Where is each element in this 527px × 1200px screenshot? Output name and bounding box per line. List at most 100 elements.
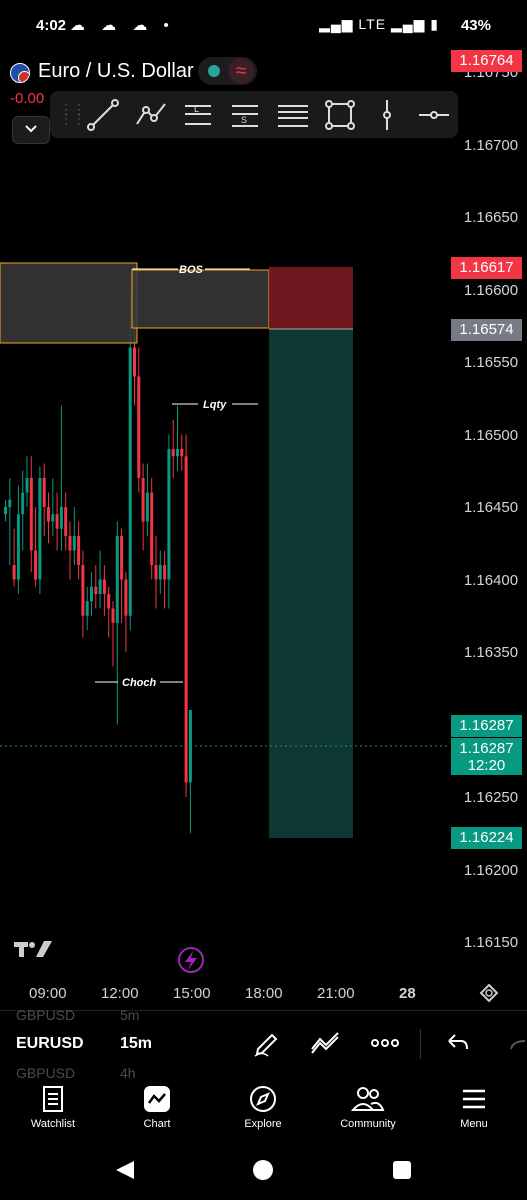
candle-body [12,565,16,580]
candle-body [81,565,85,616]
candle [8,478,12,565]
candle-body [68,536,72,551]
candle-body [171,449,175,457]
more-icon[interactable] [371,1037,399,1049]
candle [154,536,158,609]
nav-label: Menu [460,1118,488,1130]
system-navigation [0,1145,527,1200]
bar-countdown: 12:20 [467,757,506,774]
candle [124,572,128,652]
candle [4,499,7,522]
candle-body [34,550,38,580]
bos-label: BOS [179,264,204,276]
candle [55,492,59,551]
bos-zone-box[interactable] [131,269,270,329]
candle-body [98,579,102,594]
price-badge-target: 1.16224 [451,827,522,849]
supply-zone-box[interactable] [0,262,138,344]
candle-body [59,507,63,529]
candle [184,434,188,797]
candle [111,601,115,667]
price-badge-current: 1.16287 12:20 [451,738,522,775]
candle [85,586,89,631]
candle [171,420,175,478]
choch-label: Choch [122,677,157,689]
nav-explore[interactable]: Explore [213,1084,313,1130]
candle [188,710,192,834]
chart-type-icon[interactable] [310,1029,342,1057]
candle [145,463,149,536]
candle-body [145,492,149,522]
candle [34,507,38,587]
candle-body [133,347,136,377]
candle-body [141,478,145,522]
price-chart[interactable]: BOS Lqty Choch [0,0,527,1010]
candle-body [102,579,106,594]
nav-watchlist[interactable]: Watchlist [3,1084,103,1130]
recents-icon[interactable] [392,1160,412,1180]
candle-body [120,536,124,580]
home-icon[interactable] [252,1159,274,1181]
stop-loss-zone[interactable] [269,267,353,329]
candle-body [55,514,59,529]
candle-body [137,376,141,478]
time-label: 15:00 [173,985,211,1002]
candle [51,478,55,536]
candle-body [38,478,42,580]
price-axis-label: 1.16400 [463,571,519,589]
nav-label: Chart [143,1118,171,1130]
back-icon[interactable] [114,1159,136,1181]
nav-chart[interactable]: Chart [107,1084,207,1130]
candle [150,478,154,580]
row-symbol: GBPUSD [16,1065,76,1081]
nav-community[interactable]: Community [318,1084,418,1130]
undo-icon[interactable] [445,1031,469,1055]
candle [98,550,102,609]
candle [64,492,68,551]
watchlist-row[interactable]: GBPUSD 5m [16,1007,139,1023]
chart-icon [144,1086,170,1112]
row-interval: 5m [120,1007,140,1023]
nav-label: Watchlist [30,1118,76,1130]
candle [77,521,81,580]
candle-body [115,536,119,623]
chart-settings-icon[interactable] [479,983,499,1003]
candle-body [94,586,98,594]
candle [72,507,76,565]
candle-body [154,565,158,580]
candle-body [128,347,132,616]
nav-menu[interactable]: Menu [424,1084,524,1130]
lqty-label: Lqty [203,399,227,411]
row-interval: 15m [120,1035,153,1052]
badge-value: 1.16764 [459,52,514,69]
candle [12,528,16,587]
candle [107,586,111,638]
price-badge-bid: 1.16287 [451,715,522,737]
badge-value: 1.16287 [459,717,514,734]
candle-body [47,507,50,522]
watchlist-row-active[interactable]: EURUSD 15m [16,1035,152,1053]
candle-body [85,601,89,616]
price-badge-stop: 1.16617 [451,257,522,279]
candle-body [90,586,93,602]
time-label: 28 [399,985,416,1002]
price-badge-entry: 1.16574 [451,319,522,341]
watchlist-row[interactable]: GBPUSD 4h [16,1065,136,1081]
redo-icon[interactable] [507,1031,527,1055]
candle [90,572,93,616]
candle [29,456,33,573]
row-interval: 4h [120,1065,136,1081]
price-axis-label: 1.16350 [463,644,519,661]
price-axis-label: 1.16450 [463,499,519,516]
take-profit-zone[interactable] [269,329,353,838]
candle-body [21,492,25,515]
hamburger-icon [463,1089,485,1109]
pencil-icon[interactable] [252,1029,280,1057]
symbol-panel: GBPUSD 5m EURUSD 15m GBPUSD 4h [0,1007,527,1081]
candle [167,434,171,609]
candle-body [176,449,179,457]
candle-body [124,579,128,616]
price-axis-label: 1.16500 [463,426,519,444]
candle-body [184,456,188,783]
lightning-icon[interactable] [178,947,204,973]
